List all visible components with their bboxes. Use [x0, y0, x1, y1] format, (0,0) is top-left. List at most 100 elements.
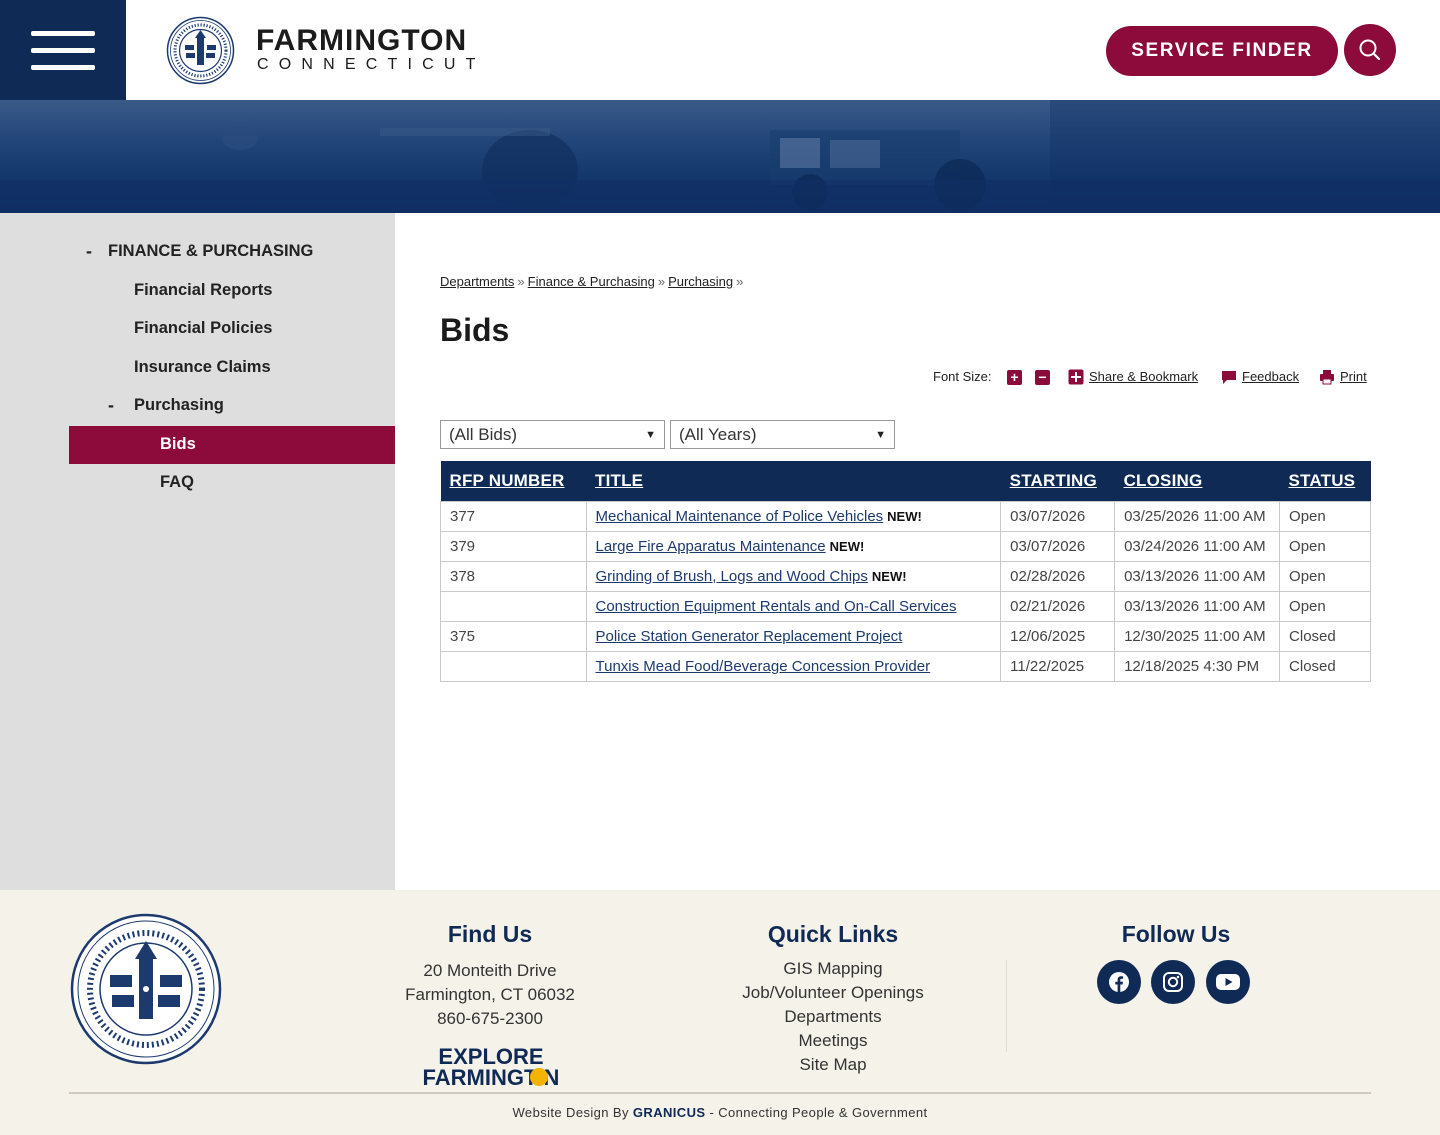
chevron-down-icon: ▼: [645, 428, 656, 441]
starting-cell: 02/21/2026: [1000, 590, 1116, 622]
credit-suffix: - Connecting People & Government: [705, 1105, 928, 1120]
bid-title-link[interactable]: Mechanical Maintenance of Police Vehicle…: [596, 508, 884, 525]
bid-title-link[interactable]: Grinding of Brush, Logs and Wood Chips: [596, 568, 868, 585]
quick-link-gis-mapping[interactable]: GIS Mapping: [683, 959, 983, 979]
bid-title-link[interactable]: Large Fire Apparatus Maintenance: [596, 538, 826, 555]
table-row: Construction Equipment Rentals and On-Ca…: [440, 590, 1371, 622]
rfp-cell: [440, 590, 587, 622]
page-title: Bids: [440, 312, 510, 348]
menu-bar-icon: [31, 31, 95, 36]
starting-cell: 11/22/2025: [1000, 650, 1116, 682]
share-plus-icon[interactable]: [1068, 369, 1084, 385]
logo-sun-icon: [530, 1068, 548, 1086]
menu-button[interactable]: [0, 0, 126, 100]
phone-number[interactable]: 860-675-2300: [360, 1009, 620, 1029]
status-cell: Closed: [1279, 650, 1371, 682]
closing-cell: 12/30/2025 11:00 AM: [1114, 620, 1281, 652]
rfp-cell: 375: [440, 620, 587, 652]
col-closing[interactable]: CLOSING: [1114, 461, 1280, 501]
granicus-link[interactable]: GRANICUS: [633, 1105, 706, 1120]
youtube-button[interactable]: [1206, 960, 1250, 1004]
service-finder-button[interactable]: SERVICE FINDER: [1106, 26, 1338, 76]
new-badge: NEW!: [871, 568, 907, 584]
youtube-icon: [1216, 974, 1240, 990]
explore-farmington-logo[interactable]: EXPLORE FARMINGT N: [416, 1045, 566, 1087]
collapse-icon[interactable]: -: [86, 241, 92, 262]
sidebar-item-financial-reports[interactable]: Financial Reports: [134, 281, 272, 300]
search-button[interactable]: [1344, 24, 1396, 76]
brand-name[interactable]: FARMINGTON: [256, 24, 467, 58]
breadcrumb-departments[interactable]: Departments: [440, 274, 514, 289]
title-cell: Mechanical Maintenance of Police Vehicle…: [585, 500, 1002, 532]
breadcrumb-separator: »: [657, 274, 666, 289]
sidebar-section-finance[interactable]: FINANCE & PURCHASING: [108, 242, 313, 261]
quick-link-departments[interactable]: Departments: [683, 1007, 983, 1027]
sidebar-nav: [0, 213, 395, 890]
footer-divider: [1006, 960, 1007, 1052]
quick-link-site-map[interactable]: Site Map: [683, 1055, 983, 1075]
chevron-down-icon: ▼: [875, 428, 886, 441]
title-cell: Police Station Generator Replacement Pro…: [585, 620, 1002, 652]
table-row: 378 Grinding of Brush, Logs and Wood Chi…: [440, 560, 1371, 592]
brand-subtitle: CONNECTICUT: [257, 56, 486, 73]
status-cell: Open: [1279, 530, 1371, 562]
closing-cell: 03/13/2026 11:00 AM: [1114, 560, 1281, 592]
starting-cell: 03/07/2026: [1000, 530, 1116, 562]
title-cell: Construction Equipment Rentals and On-Ca…: [585, 590, 1002, 622]
bid-title-link[interactable]: Tunxis Mead Food/Beverage Concession Pro…: [596, 658, 931, 675]
col-status[interactable]: STATUS: [1279, 461, 1371, 501]
menu-bar-icon: [31, 48, 95, 53]
sidebar-item-faq[interactable]: FAQ: [160, 473, 194, 492]
breadcrumb-separator: »: [517, 274, 525, 289]
print-icon[interactable]: [1319, 369, 1335, 385]
site-header: FARMINGTON CONNECTICUT SERVICE FINDER: [0, 0, 1440, 100]
title-cell: Large Fire Apparatus Maintenance NEW!: [585, 530, 1002, 562]
quick-link-meetings[interactable]: Meetings: [683, 1031, 983, 1051]
years-select-value: (All Years): [679, 424, 757, 444]
closing-cell: 12/18/2025 4:30 PM: [1114, 650, 1281, 682]
bid-title-link[interactable]: Construction Equipment Rentals and On-Ca…: [596, 598, 957, 615]
address-line-2: Farmington, CT 06032: [405, 985, 575, 1004]
bids-category-select[interactable]: (All Bids) ▼: [440, 420, 665, 449]
sidebar-item-bids[interactable]: Bids: [160, 435, 196, 454]
sidebar-item-purchasing[interactable]: Purchasing: [134, 396, 224, 415]
bids-table: RFP NUMBER TITLE STARTING CLOSING STATUS…: [440, 461, 1371, 682]
share-bookmark-link[interactable]: Share & Bookmark: [1089, 369, 1198, 385]
font-increase-icon[interactable]: +: [1007, 370, 1022, 385]
facebook-button[interactable]: [1097, 960, 1141, 1004]
share-bookmark-text[interactable]: Share & Bookmark: [1089, 369, 1198, 384]
bid-title-link[interactable]: Police Station Generator Replacement Pro…: [596, 628, 903, 645]
closing-cell: 03/13/2026 11:00 AM: [1114, 590, 1281, 622]
feedback-icon[interactable]: [1221, 369, 1237, 385]
town-seal-logo[interactable]: [166, 16, 235, 85]
table-row: 377 Mechanical Maintenance of Police Veh…: [440, 500, 1371, 532]
credit-prefix: Website Design By: [512, 1105, 633, 1120]
instagram-button[interactable]: [1151, 960, 1195, 1004]
closing-cell: 03/25/2026 11:00 AM: [1114, 500, 1281, 532]
quick-links-heading: Quick Links: [767, 921, 899, 947]
collapse-icon[interactable]: -: [108, 395, 114, 416]
table-row: Tunxis Mead Food/Beverage Concession Pro…: [440, 650, 1371, 682]
font-decrease-icon[interactable]: −: [1035, 370, 1050, 385]
footer-town-seal[interactable]: [70, 913, 222, 1065]
print-link[interactable]: Print: [1340, 369, 1367, 385]
col-title[interactable]: TITLE: [586, 461, 1001, 501]
col-starting[interactable]: STARTING: [1000, 461, 1115, 501]
sidebar-item-insurance-claims[interactable]: Insurance Claims: [134, 358, 271, 377]
rfp-cell: 377: [440, 500, 587, 532]
col-rfp-number[interactable]: RFP NUMBER: [440, 461, 586, 501]
sidebar-item-bids-active[interactable]: [69, 426, 395, 464]
print-text[interactable]: Print: [1340, 369, 1367, 384]
new-badge: NEW!: [887, 508, 922, 524]
breadcrumb-finance[interactable]: Finance & Purchasing: [528, 274, 655, 289]
font-size-label: Font Size:: [933, 369, 992, 384]
years-select[interactable]: (All Years) ▼: [670, 420, 895, 449]
breadcrumb-purchasing[interactable]: Purchasing: [668, 274, 733, 289]
search-icon: [1359, 39, 1381, 61]
feedback-link[interactable]: Feedback: [1242, 369, 1299, 385]
find-us-heading: Find Us: [447, 921, 533, 947]
quick-link-job-openings[interactable]: Job/Volunteer Openings: [683, 983, 983, 1003]
rfp-cell: 378: [440, 560, 587, 592]
feedback-text[interactable]: Feedback: [1242, 369, 1299, 384]
sidebar-item-financial-policies[interactable]: Financial Policies: [134, 319, 272, 338]
